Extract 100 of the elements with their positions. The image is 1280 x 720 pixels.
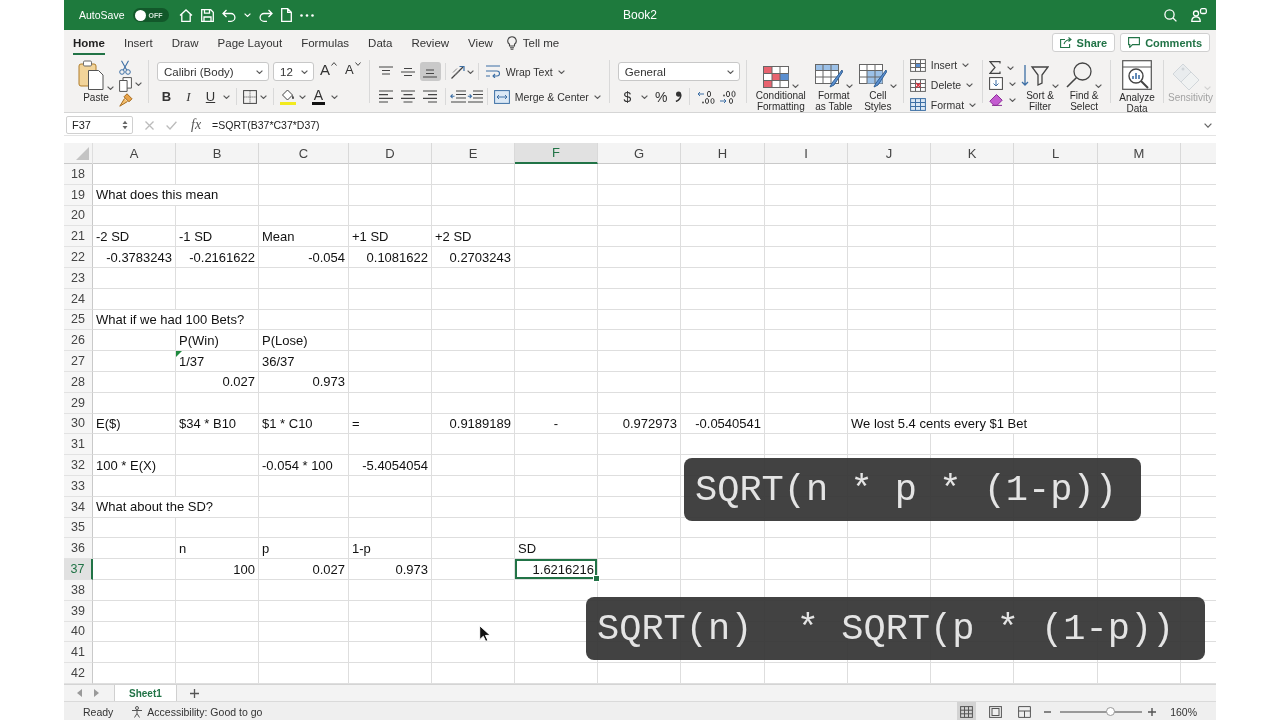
insert-function-button[interactable]: fx <box>191 117 202 133</box>
redo-icon[interactable] <box>258 8 273 22</box>
merge-center-button[interactable]: Merge & Center <box>491 87 603 106</box>
align-left-icon[interactable] <box>379 90 394 103</box>
ribbon-tab[interactable]: Insert <box>123 30 153 55</box>
zoom-level[interactable]: 160% <box>1170 705 1197 718</box>
decrease-indent-icon[interactable] <box>449 90 466 103</box>
row-header[interactable]: 27 <box>64 351 93 372</box>
percent-button[interactable]: % <box>651 87 671 106</box>
ribbon-tab[interactable]: View <box>468 30 493 55</box>
row-header[interactable]: 26 <box>64 330 93 352</box>
row-header[interactable]: 34 <box>64 496 93 518</box>
caret-icon[interactable] <box>299 94 306 99</box>
formula-field[interactable]: =SQRT(B37*C37*D37) <box>212 116 1204 134</box>
column-header[interactable]: F <box>515 143 598 164</box>
align-center-icon[interactable] <box>401 90 416 103</box>
caret-icon[interactable] <box>889 84 897 88</box>
search-icon[interactable] <box>1164 8 1177 22</box>
grow-font-button[interactable]: A <box>318 62 339 81</box>
caret-icon[interactable] <box>1009 81 1017 86</box>
caret-icon[interactable] <box>966 83 974 87</box>
row-header[interactable]: 38 <box>64 579 93 601</box>
autosum-icon[interactable] <box>989 61 1002 74</box>
font-color-button[interactable]: A <box>309 87 328 106</box>
caret-icon[interactable] <box>557 69 565 74</box>
ribbon-tab[interactable]: Home <box>73 30 105 55</box>
caret-icon[interactable] <box>466 69 474 74</box>
caret-icon[interactable] <box>1052 84 1060 88</box>
row-header[interactable]: 39 <box>64 600 93 622</box>
comma-style-icon[interactable] <box>674 91 682 102</box>
error-indicator-icon[interactable] <box>176 351 182 358</box>
row-header[interactable]: 37 <box>64 559 93 580</box>
person-icon[interactable] <box>1191 8 1207 22</box>
row-header[interactable]: 18 <box>64 164 93 185</box>
row-header[interactable]: 22 <box>64 247 93 268</box>
wrap-text-button[interactable]: Wrap Text <box>482 62 567 81</box>
share-button[interactable]: Share <box>1051 33 1116 52</box>
caret-icon[interactable] <box>845 84 853 88</box>
fill-down-icon[interactable] <box>989 77 1004 90</box>
caret-icon[interactable] <box>593 94 601 99</box>
increase-indent-icon[interactable] <box>466 90 483 103</box>
caret-icon[interactable] <box>962 63 970 68</box>
scissors-icon[interactable] <box>119 60 131 75</box>
tell-me-button[interactable]: Tell me <box>506 30 560 55</box>
row-header[interactable]: 42 <box>64 663 93 684</box>
row-header[interactable]: 25 <box>64 309 93 331</box>
scroll-right-icon[interactable] <box>94 689 99 697</box>
currency-button[interactable]: $ <box>617 87 637 106</box>
caret-icon[interactable] <box>640 94 648 99</box>
caret-icon[interactable] <box>1007 65 1015 70</box>
home-icon[interactable] <box>178 8 193 22</box>
caret-icon[interactable] <box>331 94 338 99</box>
scroll-left-icon[interactable] <box>77 689 82 697</box>
underline-button[interactable]: U <box>201 87 220 106</box>
zoom-in-icon[interactable] <box>1148 707 1157 716</box>
spinner-icon[interactable] <box>122 120 128 130</box>
caret-icon[interactable] <box>969 102 977 107</box>
row-header[interactable]: 24 <box>64 288 93 310</box>
caret-icon[interactable] <box>135 82 142 86</box>
row-header[interactable]: 20 <box>64 205 93 227</box>
table-cell[interactable]: 1.6216216 <box>515 559 597 579</box>
italic-button[interactable]: I <box>179 87 198 106</box>
row-header[interactable]: 36 <box>64 538 93 560</box>
ribbon-tab[interactable]: Draw <box>171 30 199 55</box>
caret-icon[interactable] <box>1095 84 1103 88</box>
fill-handle[interactable] <box>593 574 600 582</box>
caret-icon[interactable] <box>260 94 267 99</box>
orientation-icon[interactable] <box>449 64 466 79</box>
decrease-decimal-icon[interactable] <box>718 89 737 104</box>
comments-button[interactable]: Comments <box>1120 33 1210 52</box>
more-icon[interactable] <box>299 13 314 17</box>
font-size-dropdown[interactable]: 12 <box>273 62 314 81</box>
cell-styles-button[interactable]: Cell Styles <box>858 55 897 112</box>
accessibility-button[interactable]: Accessibility: Good to go <box>131 705 263 718</box>
shrink-font-button[interactable]: A <box>343 62 363 81</box>
fill-color-icon[interactable] <box>280 88 296 105</box>
row-header[interactable]: 31 <box>64 434 93 456</box>
ribbon-tab[interactable]: Review <box>411 30 450 55</box>
expand-icon[interactable] <box>1204 122 1212 128</box>
paste-button[interactable]: Paste <box>78 55 114 112</box>
row-header[interactable]: 41 <box>64 642 93 664</box>
row-header[interactable]: 33 <box>64 475 93 497</box>
row-header[interactable]: 40 <box>64 621 93 643</box>
conditional-formatting-button[interactable]: Conditional Formatting <box>752 55 809 112</box>
number-format-dropdown[interactable]: General <box>617 62 740 81</box>
document-icon[interactable] <box>280 8 292 22</box>
undo-icon[interactable] <box>221 8 236 22</box>
format-painter-icon[interactable] <box>119 93 133 107</box>
insert-cells-button[interactable]: Insert <box>909 58 977 73</box>
bold-button[interactable]: B <box>157 87 176 106</box>
save-icon[interactable] <box>200 8 214 22</box>
find-select-button[interactable]: Find & Select <box>1064 55 1105 112</box>
name-box[interactable]: F37 <box>66 116 133 134</box>
normal-view-button[interactable] <box>957 702 977 720</box>
caret-icon[interactable] <box>256 69 263 74</box>
sheet-tab[interactable]: Sheet1 <box>114 685 177 701</box>
increase-decimal-icon[interactable] <box>696 89 715 104</box>
caret-icon[interactable] <box>1009 97 1017 102</box>
row-header[interactable]: 21 <box>64 226 93 248</box>
slider-thumb[interactable] <box>1105 707 1115 716</box>
